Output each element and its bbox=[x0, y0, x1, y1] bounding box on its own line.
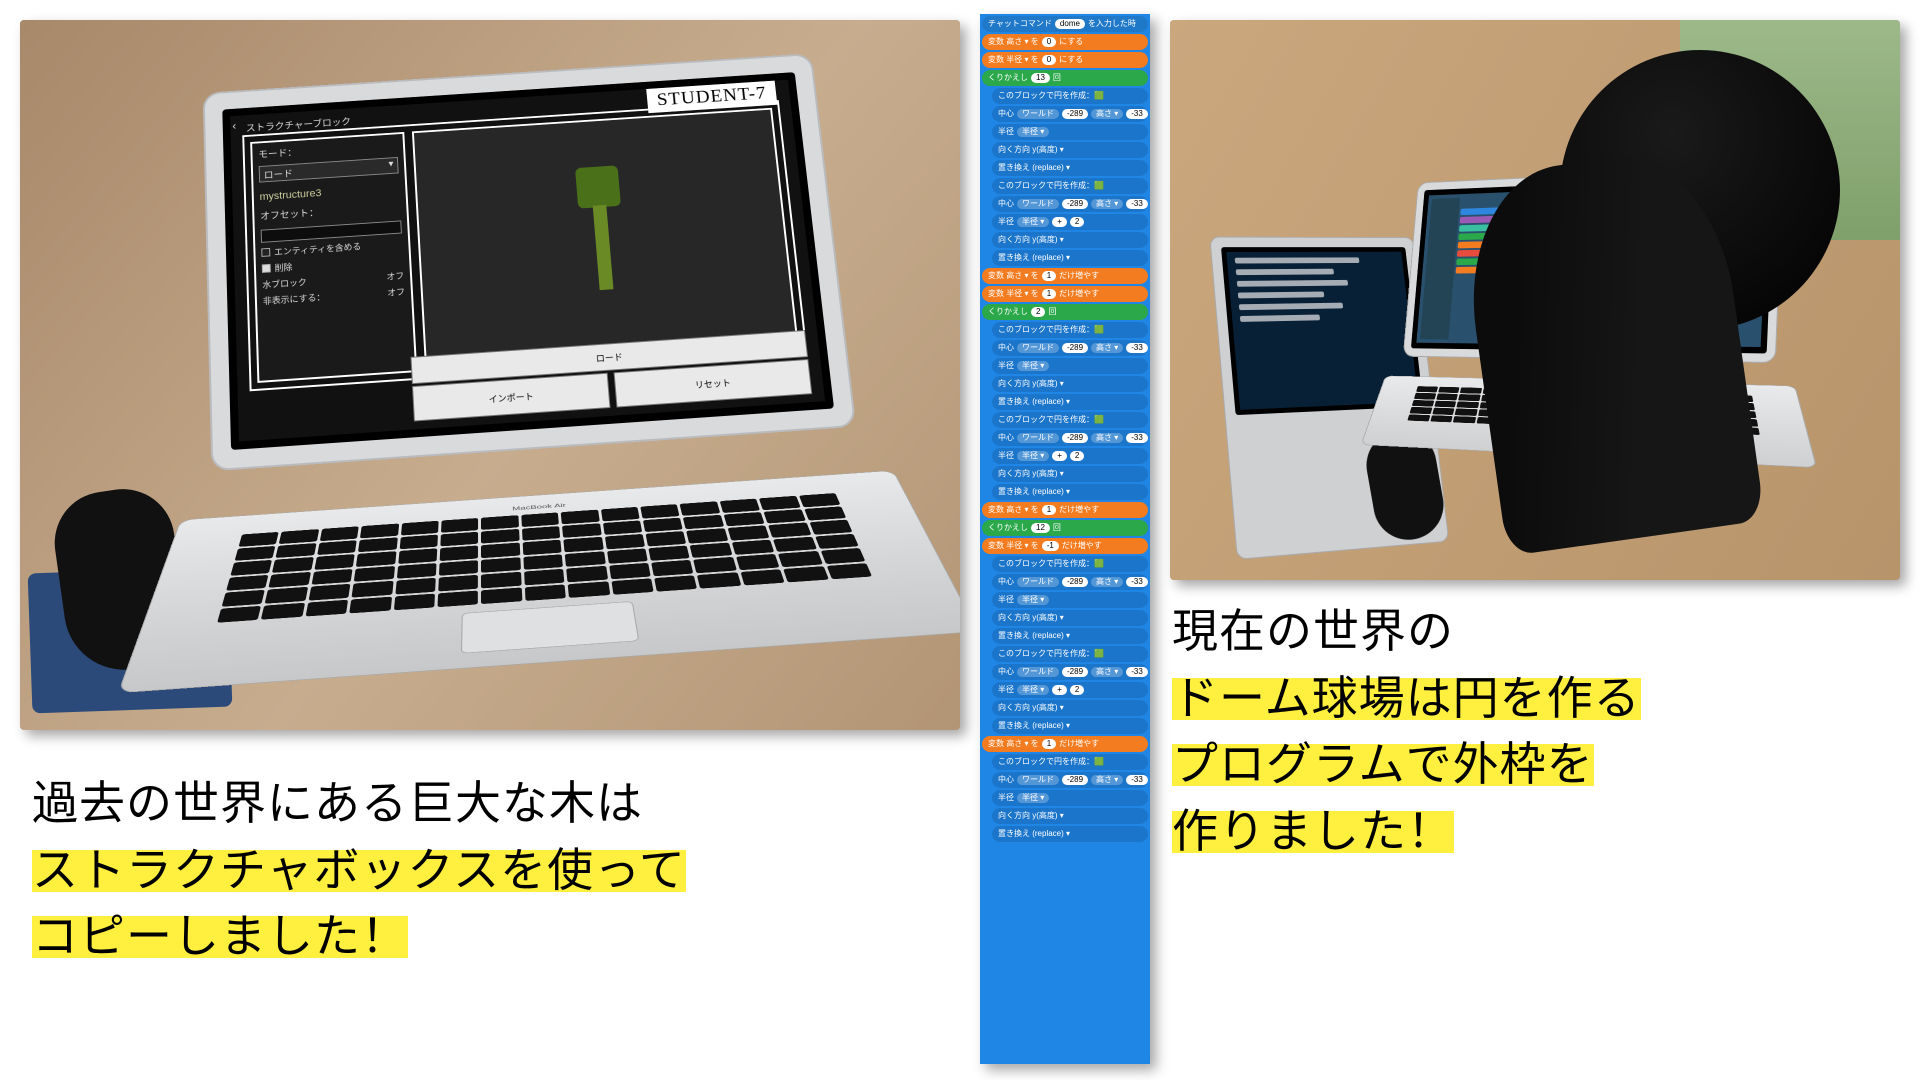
laptop-brand: MacBook Air bbox=[512, 503, 566, 512]
code-block: 変数 半径 ▾ を0にする bbox=[982, 52, 1148, 68]
code-block: 中心ワールド-289高さ ▾-33 bbox=[992, 196, 1148, 212]
code-block: 中心ワールド-289高さ ▾-33 bbox=[992, 430, 1148, 446]
code-block: 半径半径 ▾+2 bbox=[992, 214, 1148, 230]
photo-left: ‹ ストラクチャーブロック モード： ロード▾ mystructure3 オフセ… bbox=[20, 20, 960, 730]
code-block: このブロックで円を作成：🟩 bbox=[992, 754, 1148, 770]
code-block: 変数 高さ ▾ を0にする bbox=[982, 34, 1148, 50]
chat-command-block: チャットコマンド dome を入力した時 bbox=[982, 16, 1148, 32]
code-block: 変数 高さ ▾ を1だけ増やす bbox=[982, 502, 1148, 518]
code-block: 置き換え (replace) ▾ bbox=[992, 160, 1148, 176]
code-block: くりかえし12回 bbox=[982, 520, 1148, 536]
caption-left: 過去の世界にある巨大な木は ストラクチャボックスを使って コピーしました！ bbox=[32, 770, 972, 970]
code-block: 置き換え (replace) ▾ bbox=[992, 826, 1148, 842]
code-block: 半径半径 ▾+2 bbox=[992, 448, 1148, 464]
code-block: 置き換え (replace) ▾ bbox=[992, 718, 1148, 734]
chevron-down-icon: ▾ bbox=[388, 159, 394, 172]
code-block: くりかえし13回 bbox=[982, 70, 1148, 86]
code-block: 置き換え (replace) ▾ bbox=[992, 250, 1148, 266]
code-block: 変数 半径 ▾ を-1だけ増やす bbox=[982, 538, 1148, 554]
code-block: 向く方向 y(高度) ▾ bbox=[992, 142, 1148, 158]
code-column: チャットコマンド dome を入力した時 変数 高さ ▾ を0にする変数 半径 … bbox=[980, 14, 1150, 1064]
code-block: 半径半径 ▾+2 bbox=[992, 682, 1148, 698]
laptop-left: ‹ ストラクチャーブロック モード： ロード▾ mystructure3 オフセ… bbox=[145, 50, 951, 730]
code-block: このブロックで円を作成：🟩 bbox=[992, 556, 1148, 572]
trackpad bbox=[461, 601, 639, 654]
code-block: 変数 高さ ▾ を1だけ増やす bbox=[982, 736, 1148, 752]
back-icon[interactable]: ‹ bbox=[232, 119, 236, 132]
code-block: 変数 半径 ▾ を1だけ増やす bbox=[982, 286, 1148, 302]
code-block: 向く方向 y(高度) ▾ bbox=[992, 466, 1148, 482]
code-block: このブロックで円を作成：🟩 bbox=[992, 88, 1148, 104]
code-block: 中心ワールド-289高さ ▾-33 bbox=[992, 574, 1148, 590]
photo-right bbox=[1170, 20, 1900, 580]
tree-icon bbox=[575, 165, 628, 291]
code-block: 向く方向 y(高度) ▾ bbox=[992, 376, 1148, 392]
code-block: このブロックで円を作成：🟩 bbox=[992, 646, 1148, 662]
code-block: 向く方向 y(高度) ▾ bbox=[992, 232, 1148, 248]
code-block: 変数 高さ ▾ を1だけ増やす bbox=[982, 268, 1148, 284]
code-block: 半径半径 ▾ bbox=[992, 790, 1148, 806]
code-block: 半径半径 ▾ bbox=[992, 592, 1148, 608]
code-block: 中心ワールド-289高さ ▾-33 bbox=[992, 664, 1148, 680]
code-block: 向く方向 y(高度) ▾ bbox=[992, 700, 1148, 716]
code-block: 置き換え (replace) ▾ bbox=[992, 394, 1148, 410]
code-block: 置き換え (replace) ▾ bbox=[992, 628, 1148, 644]
code-block: くりかえし2回 bbox=[982, 304, 1148, 320]
code-block: 中心ワールド-289高さ ▾-33 bbox=[992, 772, 1148, 788]
structure-side-panel: モード： ロード▾ mystructure3 オフセット： エンティティを含める… bbox=[250, 132, 417, 383]
code-block: 中心ワールド-289高さ ▾-33 bbox=[992, 340, 1148, 356]
structure-block-screen: ‹ ストラクチャーブロック モード： ロード▾ mystructure3 オフセ… bbox=[230, 80, 825, 442]
keyboard bbox=[217, 493, 872, 623]
code-block: このブロックで円を作成：🟩 bbox=[992, 178, 1148, 194]
code-block: 向く方向 y(高度) ▾ bbox=[992, 610, 1148, 626]
structure-preview[interactable] bbox=[412, 108, 799, 372]
code-block: 半径半径 ▾ bbox=[992, 124, 1148, 140]
code-block: 中心ワールド-289高さ ▾-33 bbox=[992, 106, 1148, 122]
caption-right: 現在の世界の ドーム球場は円を作る プログラムで外枠を 作りました！ bbox=[1172, 598, 1902, 865]
code-block: 半径半径 ▾ bbox=[992, 358, 1148, 374]
code-block: このブロックで円を作成：🟩 bbox=[992, 412, 1148, 428]
code-block: 向く方向 y(高度) ▾ bbox=[992, 808, 1148, 824]
code-block: 置き換え (replace) ▾ bbox=[992, 484, 1148, 500]
code-block: このブロックで円を作成：🟩 bbox=[992, 322, 1148, 338]
